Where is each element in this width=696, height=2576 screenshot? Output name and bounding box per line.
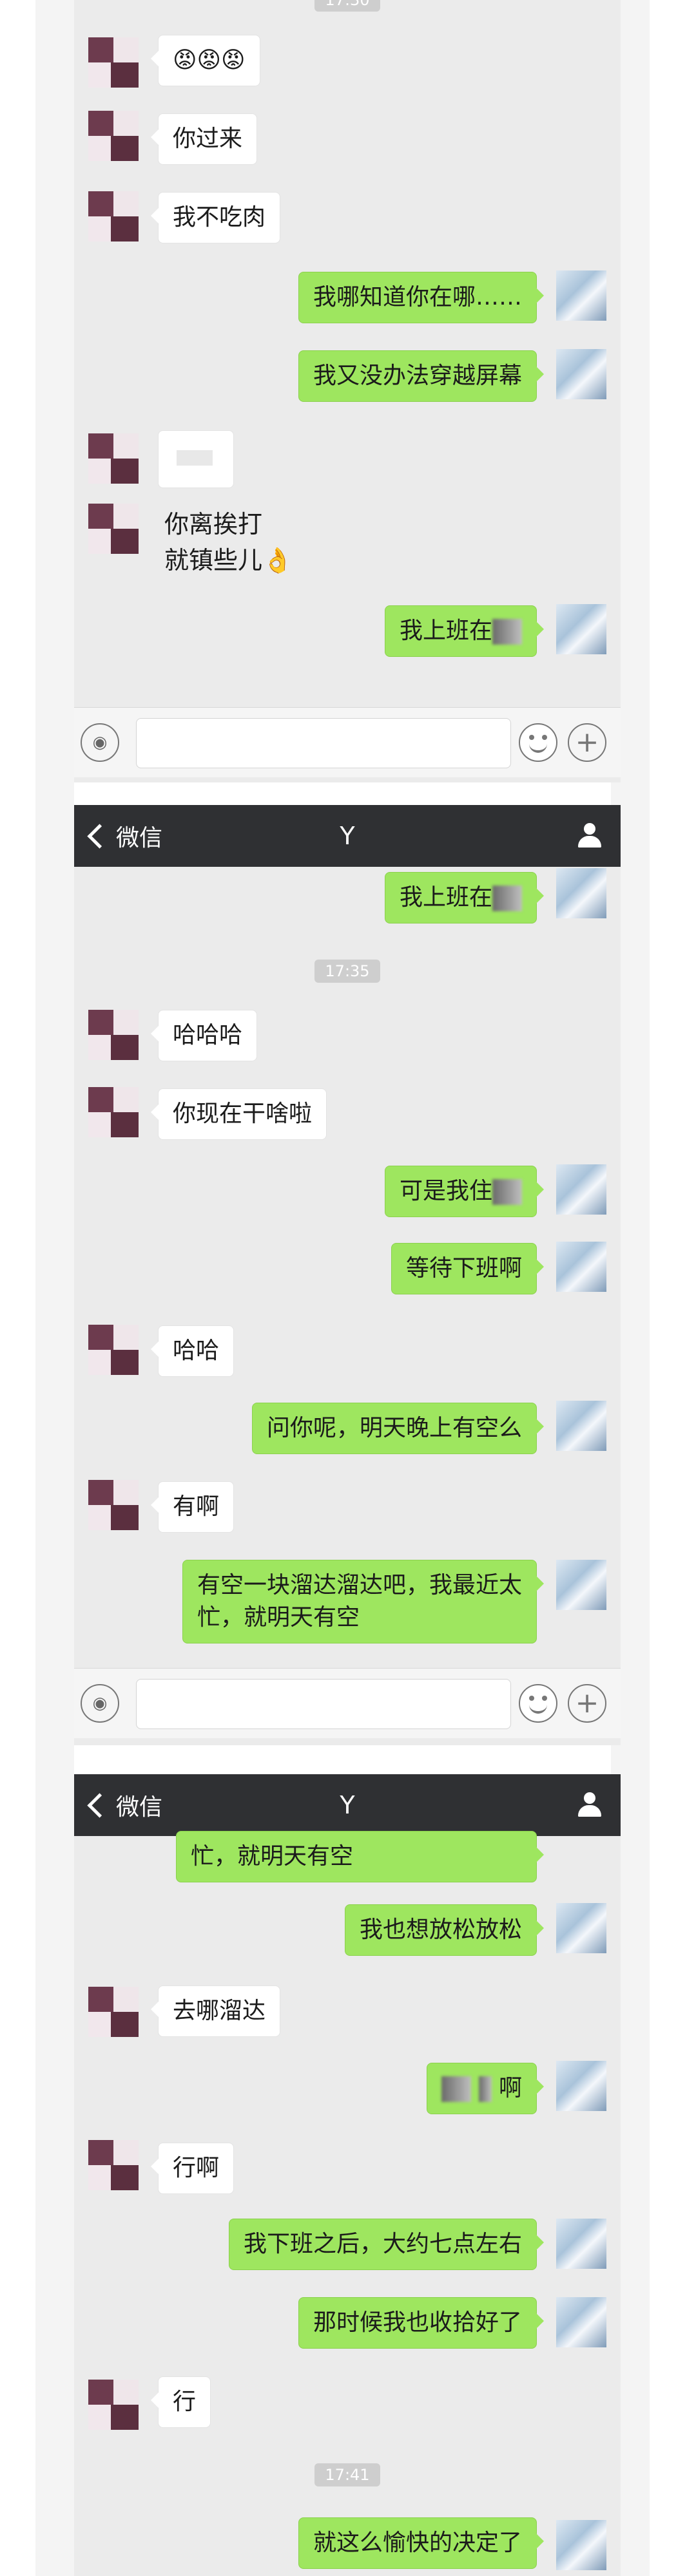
blurred-text <box>492 619 522 645</box>
message-bubble[interactable]: 你离挨打 就镇些儿👌 <box>158 506 299 578</box>
emoji-icon[interactable] <box>519 1684 557 1723</box>
message-bubble[interactable]: 哈哈哈 <box>150 1010 258 1061</box>
avatar[interactable] <box>88 1987 139 2037</box>
message-bubble[interactable]: 等待下班啊 <box>391 1243 545 1294</box>
chat-screen-3: 微信 Y 忙，就明天有空 我也想放松放松 去哪溜达 啊 行啊 我下班之后，大约七… <box>74 1774 621 2576</box>
chat-title: Y <box>340 1791 355 1819</box>
input-bar: ◉ + <box>74 1668 621 1738</box>
avatar[interactable] <box>88 1480 139 1530</box>
blurred-text <box>478 2076 492 2102</box>
voice-icon[interactable]: ◉ <box>81 723 119 762</box>
avatar[interactable] <box>88 504 139 554</box>
plus-icon[interactable]: + <box>568 723 606 762</box>
chat-screen-1: 17:30 😡😡😡 你过来 我不吃肉 我哪知道你在哪…… 我又没办法穿越屏幕 你… <box>74 0 621 782</box>
avatar[interactable] <box>556 1401 606 1451</box>
message-bubble[interactable]: 😡😡😡 <box>151 35 260 86</box>
avatar[interactable] <box>88 1325 139 1375</box>
blurred-text <box>492 1179 522 1205</box>
message-bubble[interactable]: 可是我住 <box>384 1166 545 1217</box>
message-bubble[interactable]: 我上班在 <box>384 872 545 923</box>
message-line: 有空一块溜达溜达吧，我最近太 <box>197 1572 522 1598</box>
message-input[interactable] <box>136 1679 511 1729</box>
avatar[interactable] <box>88 37 139 88</box>
user-profile-icon[interactable] <box>577 823 603 849</box>
message-bubble[interactable]: 就这么愉快的决定了 <box>298 2517 545 2569</box>
avatar[interactable] <box>556 2061 606 2111</box>
message-bubble[interactable]: 哈哈 <box>150 1325 235 1377</box>
avatar[interactable] <box>88 111 139 161</box>
blurred-text <box>492 886 522 911</box>
message-bubble[interactable]: 问你呢，明天晚上有空么 <box>251 1403 545 1454</box>
message-bubble[interactable]: 啊 <box>427 2063 544 2114</box>
avatar[interactable] <box>556 270 606 321</box>
avatar[interactable] <box>556 1903 606 1953</box>
timestamp: 17:41 <box>74 2463 621 2486</box>
title-bar: 微信 Y <box>74 1774 621 1836</box>
avatar[interactable] <box>556 604 606 654</box>
avatar[interactable] <box>556 1164 606 1215</box>
message-line: 忙，就明天有空 <box>197 1604 360 1631</box>
message-bubble[interactable]: 我不吃肉 <box>150 192 281 243</box>
message-bubble[interactable]: 你现在干啥啦 <box>150 1088 327 1140</box>
avatar[interactable] <box>556 349 606 399</box>
message-input[interactable] <box>136 718 511 768</box>
avatar[interactable] <box>88 2140 139 2190</box>
avatar[interactable] <box>556 1242 606 1292</box>
message-line: 你离挨打 <box>164 510 263 538</box>
blurred-text <box>441 2076 472 2102</box>
message-line: 就镇些儿👌 <box>164 546 293 574</box>
message-bubble[interactable]: 有啊 <box>150 1481 235 1533</box>
chat-title: Y <box>340 822 355 850</box>
message-bubble[interactable]: 有空一块溜达溜达吧，我最近太 忙，就明天有空 <box>182 1560 545 1643</box>
user-profile-icon[interactable] <box>577 1792 603 1818</box>
avatar[interactable] <box>556 2219 606 2269</box>
message-bubble[interactable]: 行 <box>150 2376 211 2428</box>
input-bar: ◉ + <box>74 707 621 777</box>
title-bar: 微信 Y <box>74 805 621 867</box>
message-bubble[interactable]: 我又没办法穿越屏幕 <box>298 350 545 402</box>
message-bubble[interactable]: 我上班在 <box>384 605 545 657</box>
message-text: 我上班在 <box>399 884 492 911</box>
avatar[interactable] <box>88 1010 139 1060</box>
message-bubble[interactable]: 我也想放松放松 <box>344 1904 545 1956</box>
timestamp: 17:35 <box>74 960 621 983</box>
avatar[interactable] <box>556 2520 606 2570</box>
message-bubble[interactable]: 行啊 <box>150 2143 235 2194</box>
avatar[interactable] <box>556 2297 606 2347</box>
image-message[interactable] <box>158 430 234 488</box>
avatar[interactable] <box>88 2380 139 2430</box>
timestamp: 17:30 <box>74 0 621 12</box>
message-text: 我上班在 <box>399 618 492 644</box>
message-bubble[interactable]: 我哪知道你在哪…… <box>298 272 545 323</box>
avatar[interactable] <box>88 1087 139 1137</box>
left-margin <box>35 0 74 2576</box>
chat-screen-2: 微信 Y 我上班在 17:35 哈哈哈 你现在干啥啦 可是我住 等待下班啊 哈哈… <box>74 805 621 1745</box>
avatar[interactable] <box>556 868 606 918</box>
message-bubble[interactable]: 我下班之后，大约七点左右 <box>228 2219 545 2270</box>
emoji-icon[interactable] <box>519 723 557 762</box>
message-bubble[interactable]: 忙，就明天有空 <box>176 1831 544 1882</box>
avatar[interactable] <box>88 433 139 484</box>
message-bubble[interactable]: 那时候我也收拾好了 <box>298 2297 545 2349</box>
plus-icon[interactable]: + <box>568 1684 606 1723</box>
avatar[interactable] <box>556 1560 606 1610</box>
message-bubble[interactable]: 去哪溜达 <box>150 1985 281 2037</box>
message-bubble[interactable]: 你过来 <box>150 113 258 165</box>
message-text: 可是我住 <box>399 1178 492 1204</box>
avatar[interactable] <box>88 191 139 242</box>
message-text: 啊 <box>498 2075 522 2101</box>
voice-icon[interactable]: ◉ <box>81 1684 119 1723</box>
